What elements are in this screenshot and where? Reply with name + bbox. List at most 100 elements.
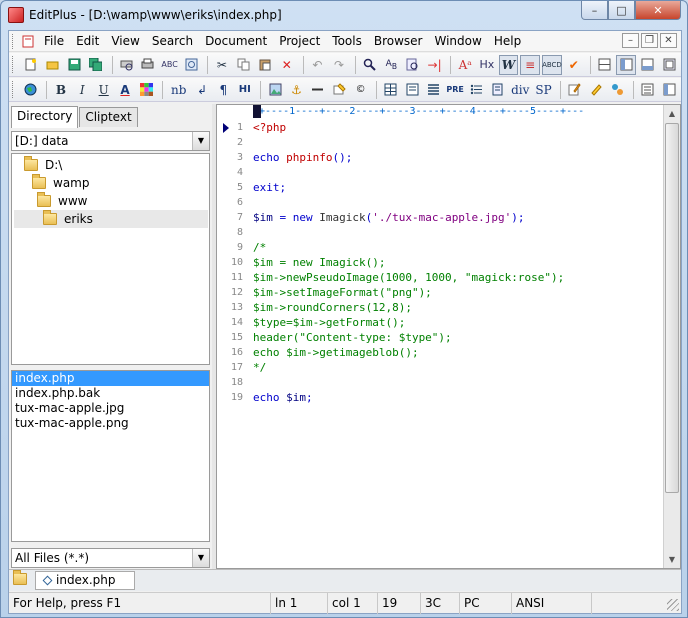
tag-list-icon[interactable] [660, 80, 679, 100]
minimize-button[interactable]: – [581, 1, 608, 20]
code-line[interactable]: $im->newPseudoImage(1000, 1000, "magick:… [253, 270, 665, 285]
underline-button[interactable]: U [94, 80, 113, 100]
copyright-button[interactable]: © [351, 80, 370, 100]
div-button[interactable]: div [510, 80, 531, 100]
pre-button[interactable]: PRE [445, 80, 465, 100]
save-all-icon[interactable] [86, 55, 106, 75]
scroll-up-arrow-icon[interactable]: ▲ [664, 105, 680, 122]
browser-preview-icon[interactable] [181, 55, 201, 75]
file-item-index-php-bak[interactable]: index.php.bak [12, 386, 209, 401]
new-file-icon[interactable] [21, 55, 41, 75]
word-wrap-icon[interactable]: W [498, 54, 519, 75]
font-icon[interactable]: Aᵃ [455, 55, 475, 75]
script-icon[interactable] [488, 80, 507, 100]
print-preview-icon[interactable] [116, 55, 136, 75]
menu-file[interactable]: File [38, 32, 70, 51]
toolbar-grip[interactable] [12, 56, 16, 73]
code-line[interactable]: /* [253, 240, 665, 255]
paragraph-button[interactable]: ¶ [214, 80, 233, 100]
code-line[interactable]: */ [253, 360, 665, 375]
redo-icon[interactable]: ↷ [329, 55, 349, 75]
drive-select[interactable]: [D:] data ▼ [11, 131, 210, 151]
menu-edit[interactable]: Edit [70, 32, 105, 51]
code-line[interactable]: $im->setImageFormat("png"); [253, 285, 665, 300]
print-icon[interactable] [138, 55, 158, 75]
save-icon[interactable] [64, 55, 84, 75]
doc-close-button[interactable]: ✕ [660, 33, 677, 48]
table-icon[interactable] [381, 80, 400, 100]
file-item-tux-mac-apple-jpg[interactable]: tux-mac-apple.jpg [12, 401, 209, 416]
title-bar[interactable]: EditPlus - [D:\wamp\www\eriks\index.php]… [1, 1, 687, 29]
find-in-files-icon[interactable] [403, 55, 423, 75]
folder-icon[interactable] [13, 570, 27, 585]
code-line[interactable]: $im = new Imagick(); [253, 255, 665, 270]
code-line[interactable] [253, 135, 665, 150]
scroll-down-arrow-icon[interactable]: ▼ [664, 551, 680, 568]
cliptext-icon[interactable] [608, 80, 627, 100]
italic-button[interactable]: I [73, 80, 92, 100]
bold-button[interactable]: B [51, 80, 70, 100]
file-item-tux-mac-apple-png[interactable]: tux-mac-apple.png [12, 416, 209, 431]
tree-node-wamp[interactable]: wamp [32, 174, 89, 192]
menubar-grip[interactable] [12, 33, 16, 49]
spell-check-icon[interactable]: ABC [160, 55, 180, 75]
menu-document[interactable]: Document [199, 32, 273, 51]
column-select-icon[interactable]: ABCD [541, 54, 562, 75]
menu-search[interactable]: Search [146, 32, 199, 51]
window-list-icon[interactable] [638, 80, 657, 100]
hex-icon[interactable]: Hx [477, 55, 497, 75]
code-line[interactable] [253, 375, 665, 390]
align-icon[interactable] [424, 80, 443, 100]
span-button[interactable]: SP [533, 80, 554, 100]
code-line[interactable] [253, 165, 665, 180]
document-icon[interactable] [20, 33, 36, 49]
code-line[interactable]: $im->roundCorners(12,8); [253, 300, 665, 315]
menu-browser[interactable]: Browser [368, 32, 429, 51]
edit-tag-icon[interactable] [565, 80, 584, 100]
code-editor[interactable]: -+----1----+----2----+----3----+----4---… [216, 104, 681, 569]
code-line[interactable]: exit; [253, 180, 665, 195]
code-line[interactable]: echo $im->getimageblob(); [253, 345, 665, 360]
replace-icon[interactable]: AB [381, 55, 401, 75]
close-button[interactable]: ✕ [635, 1, 681, 20]
cut-icon[interactable]: ✂ [212, 55, 232, 75]
form-icon[interactable] [403, 80, 422, 100]
code-line[interactable]: $im = new Imagick('./tux-mac-apple.jpg')… [253, 210, 665, 225]
document-tab-index-php[interactable]: index.php [35, 571, 135, 590]
menu-help[interactable]: Help [488, 32, 527, 51]
tree-node-www[interactable]: www [37, 192, 87, 210]
image-icon[interactable] [265, 80, 284, 100]
code-line[interactable] [253, 195, 665, 210]
output-window-icon[interactable] [638, 55, 658, 75]
tab-directory[interactable]: Directory [11, 106, 79, 128]
go-to-icon[interactable]: →| [425, 55, 445, 75]
paste-icon[interactable] [255, 55, 275, 75]
tree-node-eriks[interactable]: eriks [14, 210, 208, 228]
font-color-button[interactable]: A [115, 80, 134, 100]
comment-icon[interactable] [330, 80, 349, 100]
copy-icon[interactable] [234, 55, 254, 75]
anchor-button[interactable]: ⚓ [287, 80, 306, 100]
menu-tools[interactable]: Tools [326, 32, 368, 51]
code-line[interactable]: header("Content-type: $type"); [253, 330, 665, 345]
highlight-icon[interactable] [587, 80, 606, 100]
menu-window[interactable]: Window [429, 32, 488, 51]
resize-grip-icon[interactable] [667, 599, 679, 611]
split-icon[interactable] [595, 55, 615, 75]
file-item-index-php[interactable]: index.php [12, 371, 209, 386]
line-break-button[interactable]: ↲ [192, 80, 211, 100]
heading-button[interactable]: HI [235, 80, 254, 100]
delete-icon[interactable]: ✕ [277, 55, 297, 75]
list-icon[interactable] [467, 80, 486, 100]
color-palette-icon[interactable] [137, 80, 156, 100]
globe-icon[interactable] [21, 80, 40, 100]
code-line[interactable] [253, 225, 665, 240]
open-file-icon[interactable] [43, 55, 63, 75]
chevron-down-icon[interactable]: ▼ [192, 549, 209, 567]
menu-view[interactable]: View [105, 32, 145, 51]
menu-project[interactable]: Project [273, 32, 326, 51]
maximize-button[interactable]: □ [608, 1, 635, 20]
full-screen-icon[interactable] [660, 55, 680, 75]
tab-cliptext[interactable]: Cliptext [79, 107, 138, 127]
file-filter-select[interactable]: All Files (*.*) ▼ [11, 548, 210, 568]
